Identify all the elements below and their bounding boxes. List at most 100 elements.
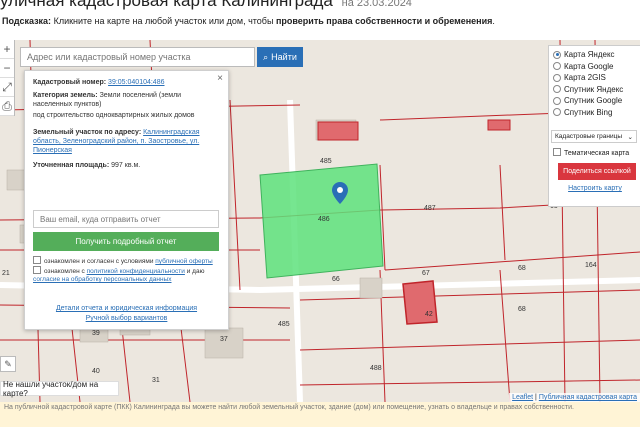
- layer-label: Спутник Google: [564, 96, 623, 106]
- land-use-row: под строительство одноквартирных жилых д…: [33, 112, 195, 119]
- pkk-link[interactable]: Публичная кадастровая карта: [539, 394, 637, 401]
- layer-label: Спутник Bing: [564, 107, 613, 117]
- agree2-mid: и даю: [186, 268, 205, 275]
- details-row: Детали отчета и юридическая информация: [25, 304, 228, 313]
- find-button-label: Найти: [271, 52, 297, 62]
- radio-icon[interactable]: [553, 62, 561, 71]
- not-found-button[interactable]: Не нашли участок/дом на карте?: [0, 380, 119, 398]
- map-label: 485: [278, 321, 290, 328]
- layer-option-yandex-satellite[interactable]: Спутник Яндекс: [549, 84, 640, 96]
- layer-label: Карта Google: [564, 61, 614, 71]
- manual-select-link[interactable]: Ручной выбор вариантов: [86, 315, 168, 322]
- layer-label: Карта 2GIS: [564, 73, 606, 83]
- layer-option-yandex-map[interactable]: Карта Яндекс: [549, 49, 640, 61]
- location-pin-icon[interactable]: [332, 182, 348, 204]
- map-label: 68: [518, 306, 526, 313]
- parcel-info-popup: × Кадастровый номер: 39:05:040104:486 Ка…: [24, 70, 229, 330]
- radio-icon[interactable]: [553, 85, 561, 94]
- ruler-icon[interactable]: ✎: [0, 356, 16, 372]
- map-label: 42: [425, 311, 433, 318]
- print-icon[interactable]: ⎙: [0, 97, 14, 116]
- page-title-text: уличная кадастровая карта Калининграда: [0, 0, 333, 10]
- search-icon: ⌕: [263, 51, 269, 62]
- privacy-agreement-checkbox[interactable]: ознакомлен с политикой конфиденциальност…: [33, 266, 221, 284]
- land-category-row: Категория земель: Земли поселений (земли…: [33, 91, 220, 109]
- red-building-top: [317, 121, 359, 141]
- map-controls: + − ⤢ ⎙: [0, 40, 15, 116]
- base-layer-options: Карта Яндекс Карта Google Карта 2GIS Спу…: [549, 46, 640, 118]
- search-input[interactable]: [20, 47, 255, 67]
- agree2-text: ознакомлен с: [44, 268, 85, 275]
- map-label: 40: [92, 368, 100, 375]
- cadastral-map[interactable]: 485 486 487 65 164 67 68 66 488 485 68 4…: [0, 40, 640, 402]
- setup-map-link[interactable]: Настроить карту: [568, 185, 622, 192]
- borders-select-value: Кадастровые границы: [555, 133, 623, 140]
- offer-agreement-checkbox[interactable]: ознакомлен и согласен с условиями публич…: [33, 256, 221, 266]
- share-link-button[interactable]: Поделиться ссылкой: [558, 163, 636, 180]
- find-button[interactable]: ⌕ Найти: [257, 47, 303, 67]
- checkbox-icon[interactable]: [33, 266, 41, 274]
- map-label: 21: [2, 270, 10, 277]
- address-row: Земельный участок по адресу: Калининград…: [33, 128, 220, 155]
- map-label: 31: [152, 377, 160, 384]
- page-title: уличная кадастровая карта Калининграда н…: [0, 0, 412, 10]
- map-label: 66: [332, 276, 340, 283]
- radio-icon[interactable]: [553, 96, 561, 105]
- layer-switcher-panel: Карта Яндекс Карта Google Карта 2GIS Спу…: [548, 45, 640, 207]
- agree1-text: ознакомлен и согласен с условиями: [44, 258, 154, 265]
- layer-label: Спутник Яндекс: [564, 84, 624, 94]
- category-label: Категория земель:: [33, 92, 98, 99]
- cad-number-link[interactable]: 39:05:040104:486: [108, 79, 164, 86]
- area-label: Уточненная площадь:: [33, 162, 110, 169]
- hint-bold: проверить права собственности и обремене…: [275, 16, 493, 26]
- get-report-button[interactable]: Получить подробный отчет: [33, 232, 219, 251]
- map-label: 486: [318, 216, 330, 223]
- red-building-right: [487, 119, 511, 131]
- privacy-link[interactable]: политикой конфиденциальности: [87, 268, 185, 275]
- radio-icon[interactable]: [553, 108, 561, 117]
- hint-label: Подсказка:: [2, 16, 52, 26]
- consent-link[interactable]: согласие на обработку персональных данны…: [33, 276, 172, 283]
- checkbox-icon[interactable]: [33, 256, 41, 264]
- leaflet-link[interactable]: Leaflet: [512, 394, 533, 401]
- map-label: 485: [320, 158, 332, 165]
- map-label: 67: [422, 270, 430, 277]
- zoom-out-button[interactable]: −: [0, 59, 14, 78]
- zoom-in-button[interactable]: +: [0, 40, 14, 59]
- hint-line: Подсказка: Кликните на карте на любой уч…: [2, 16, 495, 26]
- map-label: 68: [518, 265, 526, 272]
- map-label: 39: [92, 330, 100, 337]
- manual-row: Ручной выбор вариантов: [25, 314, 228, 323]
- setup-map-row: Настроить карту: [549, 185, 640, 192]
- radio-icon[interactable]: [553, 73, 561, 82]
- layer-option-google-map[interactable]: Карта Google: [549, 61, 640, 73]
- layer-label: Карта Яндекс: [564, 50, 615, 60]
- map-label: 488: [370, 365, 382, 372]
- hint-end: .: [492, 16, 495, 26]
- fullscreen-icon[interactable]: ⤢: [0, 78, 14, 97]
- thematic-map-checkbox[interactable]: Тематическая карта: [553, 148, 629, 157]
- area-row: Уточненная площадь: 997 кв.м.: [33, 161, 220, 170]
- page-title-date: на 23.03.2024: [341, 0, 412, 9]
- cadastral-number-row: Кадастровый номер: 39:05:040104:486: [33, 78, 220, 87]
- map-label: 164: [585, 262, 597, 269]
- hint-text: Кликните на карте на любой участок или д…: [53, 16, 274, 26]
- layer-option-google-satellite[interactable]: Спутник Google: [549, 95, 640, 107]
- layer-option-bing-satellite[interactable]: Спутник Bing: [549, 107, 640, 119]
- footer-text: На публичной кадастровой карте (ПКК) Кал…: [0, 402, 640, 427]
- address-label: Земельный участок по адресу:: [33, 129, 142, 136]
- map-label: 487: [424, 205, 436, 212]
- chevron-down-icon: ⌄: [627, 133, 633, 141]
- layer-option-2gis-map[interactable]: Карта 2GIS: [549, 72, 640, 84]
- map-attribution: Leaflet | Публичная кадастровая карта: [509, 393, 640, 402]
- cad-label: Кадастровый номер:: [33, 79, 107, 86]
- offer-link[interactable]: публичной оферты: [155, 258, 212, 265]
- area-value: 997 кв.м.: [111, 162, 141, 169]
- email-field[interactable]: [33, 210, 219, 228]
- radio-icon[interactable]: [553, 50, 561, 59]
- borders-select[interactable]: Кадастровые границы ⌄: [551, 130, 637, 143]
- details-link[interactable]: Детали отчета и юридическая информация: [56, 305, 197, 312]
- map-label: 37: [220, 336, 228, 343]
- thematic-label: Тематическая карта: [564, 150, 630, 157]
- checkbox-icon[interactable]: [553, 148, 561, 156]
